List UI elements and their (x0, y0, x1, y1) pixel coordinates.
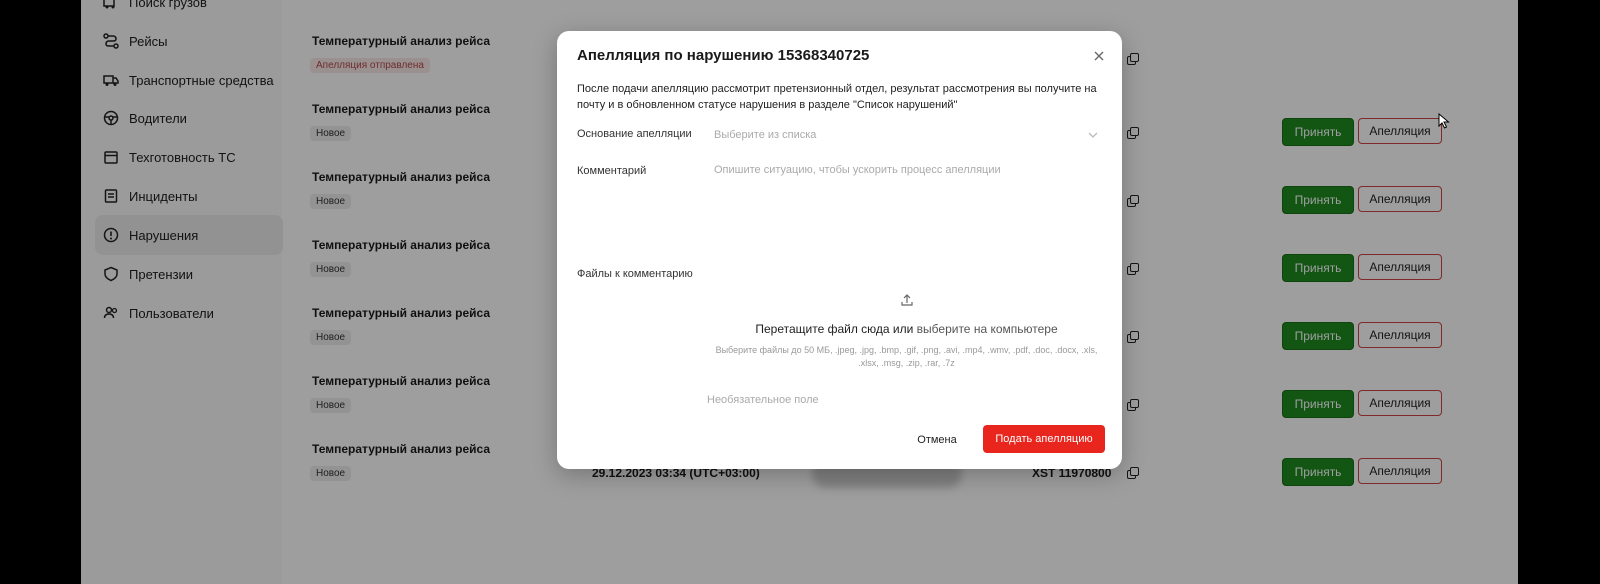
upload-hint: Выберите файлы до 50 МБ, .jpeg, .jpg, .b… (715, 345, 1098, 368)
reason-label: Основание апелляции (577, 128, 692, 140)
dialog-description: После подачи апелляцию рассмотрит претен… (577, 83, 1097, 111)
upload-icon (900, 294, 913, 306)
file-dropzone[interactable]: Перетащите файл сюда или выберите на ком… (714, 293, 1099, 393)
upload-instructions: Перетащите файл сюда или выберите на ком… (714, 322, 1099, 336)
submit-appeal-button[interactable]: Подать апелляцию (983, 425, 1105, 453)
upload-text: Перетащите файл сюда или (755, 322, 914, 336)
chevron-down-icon (1088, 132, 1098, 138)
comment-textarea[interactable]: Опишите ситуацию, чтобы ускорить процесс… (714, 164, 1001, 176)
appeal-dialog: Апелляция по нарушению 15368340725 После… (557, 31, 1122, 469)
reason-placeholder: Выберите из списка (714, 129, 817, 141)
dialog-title: Апелляция по нарушению 15368340725 (577, 47, 870, 64)
optional-field-note: Необязательное поле (707, 394, 819, 406)
choose-file-link[interactable]: выберите на компьютере (917, 322, 1058, 336)
reason-select[interactable]: Выберите из списка (714, 124, 1099, 146)
close-icon[interactable] (1092, 49, 1106, 63)
comment-label: Комментарий (577, 165, 647, 177)
cancel-button[interactable]: Отмена (907, 427, 967, 453)
files-label: Файлы к комментарию (577, 268, 693, 280)
mouse-cursor-icon (1438, 113, 1450, 129)
